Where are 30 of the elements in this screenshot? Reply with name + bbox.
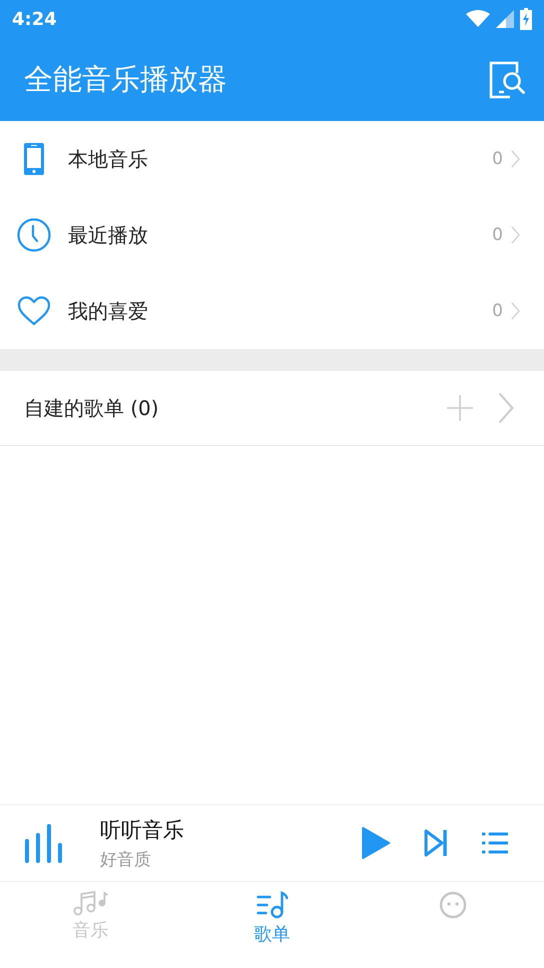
item-count: 0 [492, 225, 503, 245]
music-notes-icon [72, 890, 109, 916]
signal-icon [496, 10, 514, 28]
phone-icon [23, 142, 45, 176]
library-item-label[interactable]: 最近播放 [68, 222, 148, 248]
search-button[interactable] [488, 60, 528, 98]
track-title: 听听音乐 [100, 816, 184, 844]
chevron-icon [498, 392, 514, 424]
play-button[interactable] [362, 827, 390, 859]
next-button[interactable] [424, 829, 448, 857]
app-title: 全能音乐播放器 [24, 60, 227, 98]
library-item-label[interactable]: 本地音乐 [68, 146, 148, 172]
add-button[interactable] [446, 394, 474, 422]
wifi-icon [466, 10, 490, 28]
clock-icon [17, 218, 51, 252]
track-subtitle: 好音质 [100, 848, 152, 870]
equalizer-icon [24, 823, 64, 863]
chevron-icon [511, 226, 520, 244]
playlist-icon [256, 890, 288, 920]
chevron-icon [511, 150, 520, 168]
heart-icon [17, 296, 51, 326]
queue-button[interactable] [482, 832, 508, 854]
item-count: 0 [492, 301, 503, 321]
face-icon [438, 890, 468, 920]
chevron-icon [511, 302, 520, 320]
item-count: 0 [492, 149, 503, 169]
battery-icon [520, 8, 532, 30]
status-time: 4:24 [12, 8, 57, 30]
section-title: 自建的歌单 (0) [24, 394, 159, 422]
library-item-label[interactable]: 我的喜爱 [68, 298, 148, 324]
